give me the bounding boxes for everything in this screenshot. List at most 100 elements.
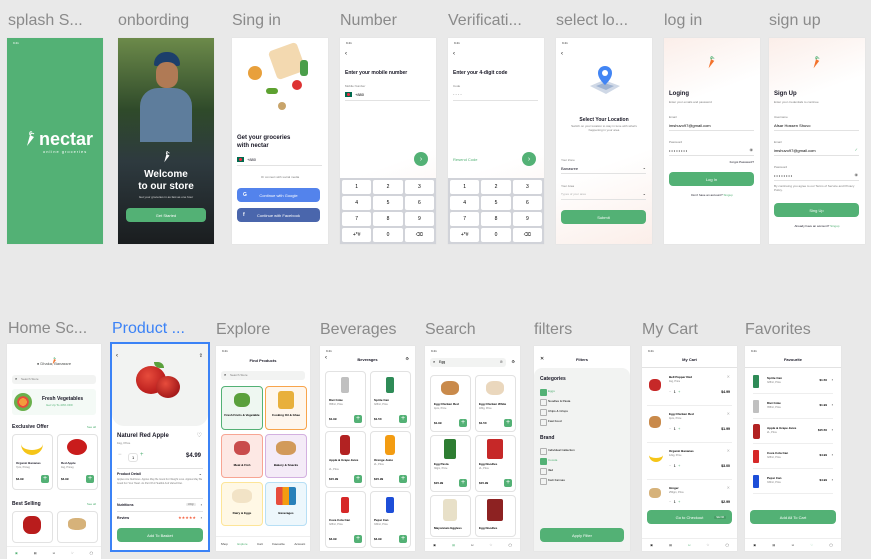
category-tile[interactable]: Beverages xyxy=(265,482,307,526)
back-icon[interactable]: ‹ xyxy=(345,51,347,57)
product-card[interactable]: Egg Pasta 30gm, Price $15.99 + xyxy=(430,435,471,492)
password-field[interactable]: •••••••• xyxy=(669,148,688,153)
chevron-right-icon[interactable]: › xyxy=(201,502,202,507)
tab-cart[interactable]: ⊔ xyxy=(688,543,690,547)
product-card[interactable]: Egg Chicken White 180g, Price $1.50 + xyxy=(475,375,516,432)
back-icon[interactable]: ‹ xyxy=(453,51,455,57)
checkbox[interactable] xyxy=(540,409,547,416)
close-icon[interactable]: ✕ xyxy=(727,448,730,453)
checkbox[interactable] xyxy=(540,389,547,396)
key[interactable]: 2 xyxy=(373,180,403,194)
signup-link[interactable]: Singup xyxy=(723,193,732,197)
add-button[interactable]: + xyxy=(504,479,512,487)
add-button[interactable]: + xyxy=(504,419,512,427)
back-icon[interactable]: ‹ xyxy=(116,353,118,359)
back-icon[interactable]: ‹ xyxy=(561,51,563,57)
favorite-item[interactable]: Coca Cola Can 325ml, Price $4.99 › xyxy=(753,446,833,469)
frame-location[interactable]: 9:41 ‹ Select Your Location Switch on yo… xyxy=(556,38,652,244)
frame-product[interactable]: ‹ ⇪ Naturel Red Apple ♡ 1kg, Price − 1 +… xyxy=(110,342,210,552)
tab-explore[interactable]: Explore xyxy=(237,542,247,546)
key[interactable]: 0 xyxy=(481,228,511,242)
google-button[interactable]: G Continue with Google xyxy=(237,188,320,202)
tab-cart[interactable]: ⊔ xyxy=(53,551,55,555)
decrement-button[interactable]: − xyxy=(118,452,122,458)
number-value[interactable]: +880 xyxy=(355,92,364,97)
frame-filters[interactable]: ✕ Filters Categories Eggs Noodles & Past… xyxy=(534,346,630,551)
see-all-link[interactable]: See all xyxy=(87,502,96,506)
tab-shop[interactable]: ▣ xyxy=(433,543,436,547)
checkbox[interactable] xyxy=(540,399,547,406)
frame-title-beverages[interactable]: Beverages xyxy=(320,321,420,339)
signin-phone[interactable]: +880 xyxy=(247,157,256,162)
tab-favourite[interactable]: ♡ xyxy=(707,543,710,547)
frame-home[interactable]: ● Dhaka, Banassre ⌕ Search Store Fresh V… xyxy=(7,344,101,559)
add-button[interactable]: + xyxy=(399,415,407,423)
increment-button[interactable]: + xyxy=(678,426,680,431)
tab-account[interactable]: ◯ xyxy=(829,543,832,547)
decrement-button[interactable]: − xyxy=(669,389,671,394)
tab-account[interactable]: ◯ xyxy=(726,543,729,547)
product-card[interactable]: Apple & Grape Juice 2L, Price $15.99 + xyxy=(325,431,366,488)
product-card[interactable] xyxy=(12,511,53,543)
frame-signin[interactable]: Get your groceries with nectar +880 Or c… xyxy=(232,38,328,244)
frame-title-home[interactable]: Home Sc... xyxy=(8,320,104,338)
submit-button[interactable]: Submit xyxy=(561,210,646,224)
key[interactable]: 6 xyxy=(512,196,542,210)
frame-title-splash[interactable]: splash S... xyxy=(8,12,108,30)
key[interactable]: +*# xyxy=(342,228,372,242)
frame-login[interactable]: Loging Enter your emails and password Em… xyxy=(664,38,760,244)
favorite-item[interactable]: Apple & Grape Juice 2L, Price $15.50 › xyxy=(753,421,833,444)
increment-button[interactable]: + xyxy=(678,389,680,394)
frame-splash[interactable]: 9:41 nectar online groceries xyxy=(7,38,103,244)
see-all-link[interactable]: See all xyxy=(87,425,96,429)
cart-item[interactable]: Bell Pepper Red 1kg, Price ✕ − 1 + $4.99 xyxy=(647,371,732,406)
filter-icon[interactable]: ⚙ xyxy=(405,356,409,361)
key[interactable]: 7 xyxy=(342,212,372,226)
promo-banner[interactable]: Fresh Vegetables Get Up To 40% OFF xyxy=(12,389,96,415)
key[interactable]: 3 xyxy=(512,180,542,194)
tab-shop[interactable]: ▣ xyxy=(15,551,18,555)
product-card[interactable]: Organic Bananas 7pcs, Priceg $4.99 + xyxy=(12,434,53,490)
category-tile[interactable]: Dairy & Eggs xyxy=(221,482,263,526)
product-card[interactable]: Orenge Juice 2L, Price $15.99 + xyxy=(370,431,411,488)
category-tile[interactable]: Frash Fruits & Vegetable xyxy=(221,386,263,430)
product-card[interactable]: Sprite Can 325ml, Price $1.50 + xyxy=(370,371,411,428)
key[interactable]: 1 xyxy=(342,180,372,194)
product-card[interactable] xyxy=(57,511,98,543)
favorite-item[interactable]: Diet Coke 355ml, Price $1.99 › xyxy=(753,396,833,419)
eye-icon[interactable]: ◉ xyxy=(750,147,754,152)
chevron-right-icon[interactable]: › xyxy=(201,515,202,520)
chevron-down-icon[interactable]: ⌄ xyxy=(199,471,202,476)
add-all-to-cart-button[interactable]: Add All To Cart xyxy=(750,510,836,524)
add-button[interactable]: + xyxy=(86,475,94,483)
key[interactable]: 8 xyxy=(481,212,511,226)
email-field[interactable]: imshuvo97@gmail.com xyxy=(669,123,711,128)
tab-favourite[interactable]: ♡ xyxy=(810,543,813,547)
frame-title-explore[interactable]: Explore xyxy=(216,321,312,339)
frame-title-verification[interactable]: Verificati... xyxy=(448,12,548,30)
frame-favorites[interactable]: 9:41 Favourite Sprite Can 325ml, Price $… xyxy=(745,346,841,551)
product-card[interactable]: Red Apple 1kg, Priceg $4.99 + xyxy=(57,434,98,490)
add-button[interactable]: + xyxy=(354,415,362,423)
checkbox[interactable] xyxy=(540,419,547,426)
product-card[interactable]: Egg Noodles 2L, Price $15.99 + xyxy=(475,435,516,492)
key[interactable]: 3 xyxy=(404,180,434,194)
key[interactable]: 7 xyxy=(450,212,480,226)
frame-signup[interactable]: Sign Up Enter your credentials to contin… xyxy=(769,38,865,244)
frame-title-search[interactable]: Search xyxy=(425,321,521,339)
category-tile[interactable]: Cooking Oil & Ghee xyxy=(265,386,307,430)
frame-title-location[interactable]: select lo... xyxy=(556,12,656,30)
next-button[interactable]: › xyxy=(414,152,428,166)
quantity-stepper[interactable]: − 1 + xyxy=(669,426,680,431)
key[interactable]: 4 xyxy=(342,196,372,210)
frame-number[interactable]: 9:41 ‹ Enter your mobile number Mobile N… xyxy=(340,38,436,244)
add-button[interactable]: + xyxy=(41,475,49,483)
checkbox[interactable] xyxy=(540,468,547,475)
frame-title-onboarding[interactable]: onbording xyxy=(118,12,218,30)
add-button[interactable]: + xyxy=(354,475,362,483)
checkout-button[interactable]: Go to Checkout $12.96 xyxy=(647,510,732,524)
tab-account[interactable]: ◯ xyxy=(509,543,512,547)
key[interactable]: 2 xyxy=(481,180,511,194)
tab-shop[interactable]: ▣ xyxy=(650,543,653,547)
area-select[interactable]: Types of your area xyxy=(561,192,586,196)
